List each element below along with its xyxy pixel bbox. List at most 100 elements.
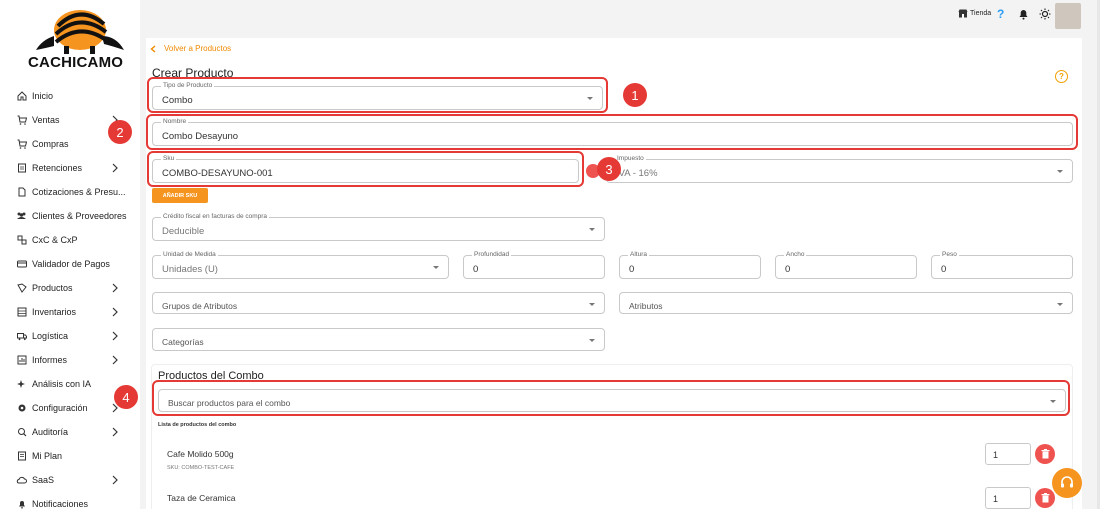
sparkle-icon (16, 379, 27, 390)
highlight-box-2 (146, 114, 1078, 150)
sidebar-item-mi-plan[interactable]: Mi Plan (0, 444, 140, 468)
inventory-icon (16, 307, 27, 318)
combo-product-quantity[interactable]: 1 (985, 443, 1031, 465)
sidebar-item-retenciones[interactable]: Retenciones (0, 156, 140, 180)
report-icon (16, 355, 27, 366)
cart-icon (16, 139, 27, 150)
sidebar-item-inicio[interactable]: Inicio (0, 84, 140, 108)
file-icon (16, 187, 27, 198)
sidebar-item-label: Productos (32, 283, 73, 293)
add-sku-button[interactable]: AÑADIR SKU (152, 188, 208, 203)
sidebar-item-cotizaciones[interactable]: Cotizaciones & Presu... (0, 180, 140, 204)
chevron-right-icon (112, 283, 118, 293)
attributes-select[interactable]: Atributos (619, 292, 1073, 314)
dropdown-arrow-icon (1057, 303, 1063, 306)
sidebar-item-label: Configuración (32, 403, 88, 413)
sidebar-item-label: Auditoría (32, 427, 69, 437)
sidebar-item-validador[interactable]: Validador de Pagos (0, 252, 140, 276)
sidebar-item-label: Retenciones (32, 163, 83, 173)
sidebar-item-auditoria[interactable]: Auditoría (0, 420, 140, 444)
weight-input[interactable]: Peso 0 (931, 251, 1073, 279)
sidebar-item-label: SaaS (32, 475, 55, 485)
sidebar-item-cxc[interactable]: CxC & CxP (0, 228, 140, 252)
categories-select[interactable]: Categorías (152, 328, 605, 351)
field-value: Unidades (U) (162, 264, 218, 275)
back-link-label: Volver a Productos (164, 44, 232, 53)
field-value: IVA - 16% (616, 168, 658, 179)
page-help-icon[interactable]: ? (1055, 70, 1068, 83)
sidebar-item-label: Validador de Pagos (32, 259, 110, 269)
width-input[interactable]: Ancho 0 (775, 251, 917, 279)
tax-select[interactable]: Impuesto IVA - 16% (606, 155, 1073, 183)
unit-select[interactable]: Unidad de Medida Unidades (U) (152, 251, 449, 279)
cloud-icon (16, 475, 27, 486)
headset-icon (1061, 476, 1073, 488)
dropdown-arrow-icon (1057, 170, 1063, 173)
height-input[interactable]: Altura 0 (619, 251, 761, 279)
dropdown-arrow-icon (589, 228, 595, 231)
sidebar-item-label: Logística (32, 331, 69, 341)
top-bar: Tienda ? (140, 0, 1100, 30)
sidebar-item-label: Ventas (32, 115, 60, 125)
product-icon (16, 283, 27, 294)
notifications-bell-icon[interactable] (1018, 8, 1029, 20)
chevron-right-icon (112, 331, 118, 341)
theme-toggle-sun-icon[interactable] (1039, 8, 1051, 20)
sidebar-item-label: Análisis con IA (32, 379, 92, 389)
trash-icon (1041, 493, 1049, 503)
field-value: 0 (629, 264, 635, 275)
sidebar-item-label: Inicio (32, 91, 54, 101)
truck-icon (16, 331, 27, 342)
sidebar-item-clientes[interactable]: Clientes & Proveedores (0, 204, 140, 228)
tax-credit-select[interactable]: Crédito fiscal en facturas de compra Ded… (152, 213, 605, 241)
field-label: Profundidad (472, 251, 512, 259)
field-label: Crédito fiscal en facturas de compra (161, 213, 270, 221)
sidebar-item-logistica[interactable]: Logística (0, 324, 140, 348)
field-value: 0 (941, 264, 947, 275)
annotation-badge-4: 4 (114, 385, 138, 409)
app-window: CACHICAMO Inicio Ventas Compras Retencio… (0, 0, 1100, 509)
chevron-right-icon (112, 355, 118, 365)
help-question-icon[interactable]: ? (997, 7, 1004, 21)
highlight-box-1 (147, 77, 608, 113)
combo-product-quantity[interactable]: 1 (985, 487, 1031, 509)
user-avatar[interactable] (1055, 3, 1081, 29)
attribute-groups-select[interactable]: Grupos de Atributos (152, 292, 605, 314)
field-label: Unidad de Medida (161, 251, 218, 259)
support-chat-button[interactable] (1052, 468, 1082, 498)
cart-icon (16, 115, 27, 126)
back-link[interactable]: Volver a Productos (150, 44, 231, 53)
brand-name: CACHICAMO (28, 54, 124, 71)
sidebar-item-productos[interactable]: Productos (0, 276, 140, 300)
chevron-left-icon (150, 44, 156, 53)
combo-product-sku: SKU: COMBO-TEST-CAFE (167, 465, 235, 471)
sidebar-nav: Inicio Ventas Compras Retenciones Cotiza… (0, 84, 140, 509)
plan-icon (16, 451, 27, 462)
field-value: Deducible (162, 226, 205, 237)
field-placeholder: Grupos de Atributos (162, 301, 238, 311)
chevron-right-icon (112, 163, 118, 173)
delete-combo-product-button[interactable] (1035, 444, 1055, 464)
combo-product-name: Taza de Ceramica (167, 493, 236, 503)
chevron-right-icon (112, 307, 118, 317)
sidebar-item-notificaciones[interactable]: Notificaciones (0, 492, 140, 509)
sidebar: CACHICAMO Inicio Ventas Compras Retencio… (0, 0, 140, 509)
store-button[interactable]: Tienda (958, 9, 991, 18)
sidebar-item-saas[interactable]: SaaS (0, 468, 140, 492)
sidebar-item-informes[interactable]: Informes (0, 348, 140, 372)
home-icon (16, 91, 27, 102)
field-label: Impuesto (615, 155, 646, 163)
sidebar-item-inventarios[interactable]: Inventarios (0, 300, 140, 324)
field-placeholder: Categorías (162, 337, 204, 347)
sidebar-item-label: CxC & CxP (32, 235, 78, 245)
sidebar-item-label: Cotizaciones & Presu... (32, 187, 126, 197)
gear-icon (16, 403, 27, 414)
exchange-icon (16, 235, 27, 246)
audit-icon (16, 427, 27, 438)
delete-combo-product-button[interactable] (1035, 488, 1055, 508)
bell-icon (16, 499, 27, 509)
card-icon (16, 259, 27, 270)
combo-product-name: Cafe Molido 500g (167, 449, 234, 459)
highlight-box-3 (147, 151, 584, 187)
depth-input[interactable]: Profundidad 0 (463, 251, 605, 279)
